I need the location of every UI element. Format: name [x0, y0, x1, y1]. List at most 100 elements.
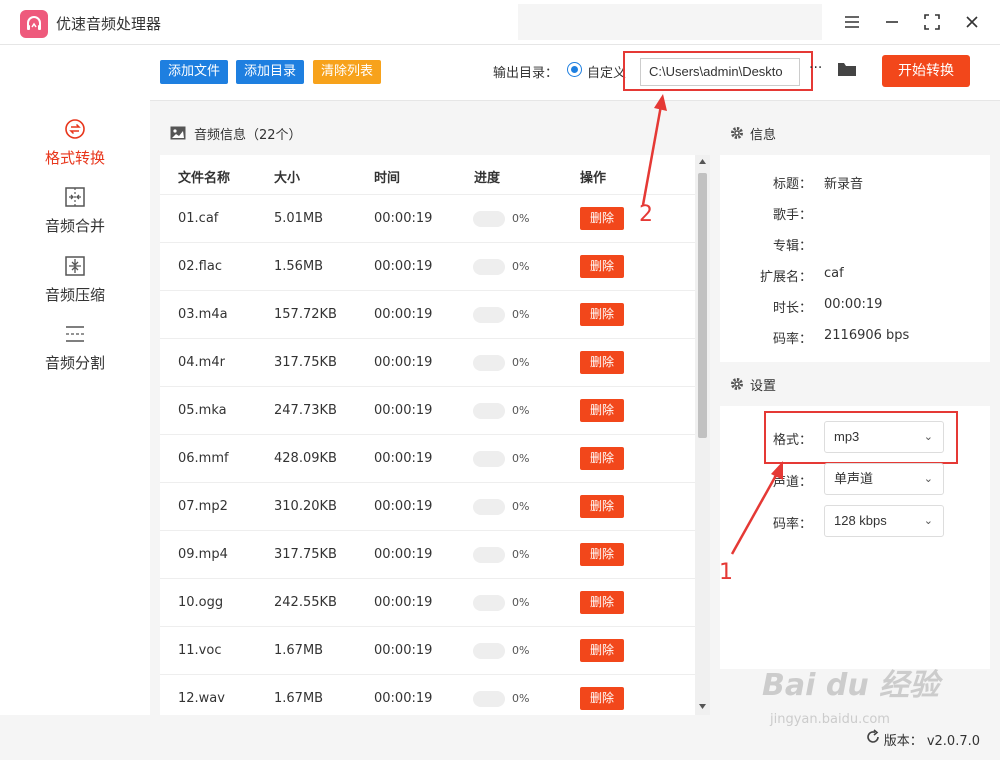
format-convert-icon: [65, 119, 85, 139]
file-size: 157.72KB: [274, 307, 337, 322]
info-field-value: 新录音: [824, 177, 864, 192]
progress-text: 0%: [512, 212, 530, 225]
sidebar-item-compress[interactable]: 音频压缩: [0, 254, 150, 316]
clear-list-button[interactable]: 清除列表: [313, 60, 382, 84]
file-duration: 00:00:19: [374, 259, 433, 274]
file-size: 247.73KB: [274, 403, 337, 418]
file-name: 06.mmf: [178, 451, 229, 466]
file-list-panel: 音频信息（22个） 文件名称 大小 时间 进度 操作 01.caf 5.01MB 0…: [160, 111, 710, 715]
table-row[interactable]: 02.flac 1.56MB 00:00:19 0% 删除: [160, 243, 695, 291]
scroll-down-icon[interactable]: [699, 704, 706, 709]
file-duration: 00:00:19: [374, 691, 433, 706]
delete-button[interactable]: 删除: [580, 495, 624, 518]
progress-bar: [473, 307, 505, 323]
file-duration: 00:00:19: [374, 595, 433, 610]
delete-button[interactable]: 删除: [580, 255, 624, 278]
folder-icon[interactable]: [837, 61, 857, 82]
info-title: 信息: [750, 127, 777, 143]
progress-text: 0%: [512, 692, 530, 705]
delete-button[interactable]: 删除: [580, 351, 624, 374]
file-duration: 00:00:19: [374, 211, 433, 226]
start-convert-button[interactable]: 开始转换: [882, 55, 970, 87]
bitrate-select[interactable]: 128 kbps ⌄: [824, 505, 944, 537]
delete-button[interactable]: 删除: [580, 303, 624, 326]
table-row[interactable]: 12.wav 1.67MB 00:00:19 0% 删除: [160, 675, 695, 715]
file-size: 242.55KB: [274, 595, 337, 610]
toolbar: 添加文件 添加目录 清除列表 输出目录： 自定义 C:\Users\admin\…: [150, 45, 1000, 101]
table-row[interactable]: 09.mp4 317.75KB 00:00:19 0% 删除: [160, 531, 695, 579]
menu-icon[interactable]: [838, 8, 866, 36]
channel-select[interactable]: 单声道 ⌄: [824, 463, 944, 495]
file-size: 428.09KB: [274, 451, 337, 466]
add-file-button[interactable]: 添加文件: [160, 60, 229, 84]
table-row[interactable]: 10.ogg 242.55KB 00:00:19 0% 删除: [160, 579, 695, 627]
delete-button[interactable]: 删除: [580, 687, 624, 710]
sidebar-item-split[interactable]: 音频分割: [0, 322, 150, 384]
table-row[interactable]: 03.m4a 157.72KB 00:00:19 0% 删除: [160, 291, 695, 339]
progress-text: 0%: [512, 548, 530, 561]
table-row[interactable]: 01.caf 5.01MB 00:00:19 0% 删除: [160, 195, 695, 243]
delete-button[interactable]: 删除: [580, 207, 624, 230]
chevron-down-icon: ⌄: [923, 515, 933, 527]
file-name: 09.mp4: [178, 547, 228, 562]
channel-select-value: 单声道: [834, 471, 874, 486]
delete-button[interactable]: 删除: [580, 447, 624, 470]
table-row[interactable]: 05.mka 247.73KB 00:00:19 0% 删除: [160, 387, 695, 435]
file-duration: 00:00:19: [374, 547, 433, 562]
progress-bar: [473, 691, 505, 707]
list-scrollbar[interactable]: [695, 155, 710, 715]
table-row[interactable]: 11.voc 1.67MB 00:00:19 0% 删除: [160, 627, 695, 675]
sidebar-item-label: 音频合并: [44, 217, 105, 235]
file-name: 05.mka: [178, 403, 227, 418]
settings-section-header: 设置: [720, 362, 990, 406]
bitrate-select-value: 128 kbps: [834, 513, 887, 528]
gear-icon: [731, 127, 743, 139]
scroll-up-icon[interactable]: [699, 159, 706, 164]
sidebar-item-format-convert[interactable]: 格式转换: [0, 117, 150, 179]
delete-button[interactable]: 删除: [580, 591, 624, 614]
progress-text: 0%: [512, 260, 530, 273]
sidebar-item-label: 音频压缩: [44, 286, 105, 304]
delete-button[interactable]: 删除: [580, 543, 624, 566]
progress-bar: [473, 499, 505, 515]
annotation-number-2: 2: [639, 202, 653, 227]
sidebar-item-label: 格式转换: [44, 149, 105, 167]
progress-bar: [473, 211, 505, 227]
custom-label: 自定义: [587, 66, 627, 81]
browse-more-button[interactable]: ···: [809, 60, 822, 76]
progress-bar: [473, 547, 505, 563]
column-header: 进度: [474, 171, 501, 186]
maximize-icon[interactable]: [918, 8, 946, 36]
file-size: 1.56MB: [274, 259, 324, 274]
watermark-url: jingyan.baidu.com: [770, 712, 890, 727]
file-size: 317.75KB: [274, 547, 337, 562]
file-duration: 00:00:19: [374, 403, 433, 418]
progress-bar: [473, 643, 505, 659]
custom-output-radio[interactable]: [567, 62, 582, 77]
minimize-icon[interactable]: [878, 8, 906, 36]
file-list-header: 音频信息（22个）: [160, 111, 710, 155]
table-row[interactable]: 07.mp2 310.20KB 00:00:19 0% 删除: [160, 483, 695, 531]
delete-button[interactable]: 删除: [580, 399, 624, 422]
file-name: 12.wav: [178, 691, 225, 706]
sidebar-item-merge[interactable]: 音频合并: [0, 185, 150, 247]
file-name: 07.mp2: [178, 499, 228, 514]
file-name: 11.voc: [178, 643, 222, 658]
close-icon[interactable]: [958, 8, 986, 36]
table-row[interactable]: 04.m4r 317.75KB 00:00:19 0% 删除: [160, 339, 695, 387]
delete-button[interactable]: 删除: [580, 639, 624, 662]
info-field-label: 专辑：: [772, 239, 812, 254]
info-section-header: 信息: [720, 111, 990, 155]
table-row[interactable]: 06.mmf 428.09KB 00:00:19 0% 删除: [160, 435, 695, 483]
output-dir-label: 输出目录：: [493, 66, 559, 81]
file-size: 317.75KB: [274, 355, 337, 370]
sidebar-item-label: 音频分割: [44, 354, 105, 372]
title-bar-blank-area: [518, 4, 822, 40]
progress-text: 0%: [512, 452, 530, 465]
add-directory-button[interactable]: 添加目录: [236, 60, 305, 84]
info-field: 标题： 新录音: [720, 173, 990, 193]
scroll-thumb[interactable]: [698, 173, 707, 438]
refresh-icon[interactable]: [865, 729, 881, 745]
file-duration: 00:00:19: [374, 355, 433, 370]
file-size: 5.01MB: [274, 211, 324, 226]
